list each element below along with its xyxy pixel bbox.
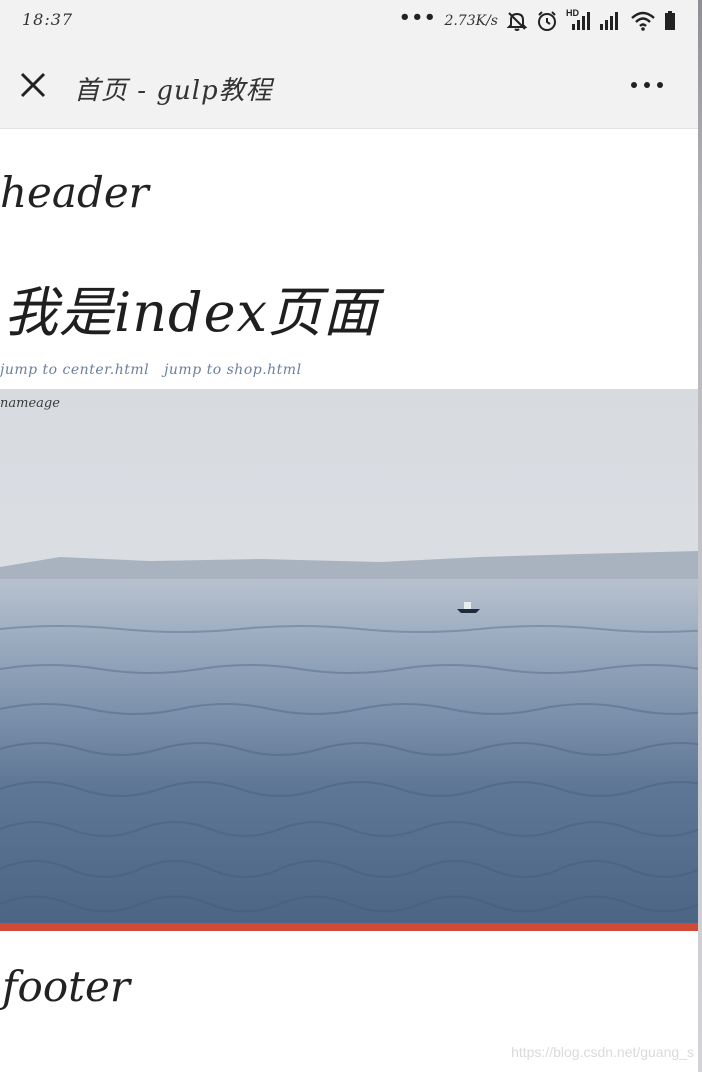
mute-icon <box>506 12 528 31</box>
page-heading: 我是index页面 <box>4 281 379 344</box>
status-dots-icon: ••• <box>398 7 437 28</box>
footer-text: footer <box>2 962 130 1011</box>
nav-links: jump to center.html jump to shop.html <box>0 362 312 378</box>
status-bar: 18:37 ••• 2.73K/s HD <box>0 0 700 42</box>
header-text: header <box>0 168 149 217</box>
signal-icon <box>600 12 618 30</box>
watermark: https://blog.csdn.net/guang_s <box>511 1044 694 1060</box>
alarm-icon <box>538 11 556 31</box>
link-center[interactable]: jump to center.html <box>0 362 149 378</box>
accent-bar <box>0 923 698 931</box>
sea-image <box>0 389 698 923</box>
wifi-icon <box>631 11 655 31</box>
hd-signal-icon: HD <box>566 8 590 32</box>
status-time: 18:37 <box>22 10 74 29</box>
battery-icon <box>665 11 675 30</box>
link-shop[interactable]: jump to shop.html <box>164 362 302 378</box>
net-speed: 2.73K/s <box>444 13 498 29</box>
edge-strip <box>698 0 702 1072</box>
close-icon[interactable] <box>18 70 48 100</box>
nav-bar: 首页 - gulp教程 <box>0 42 700 129</box>
image-label: nameage <box>0 396 60 411</box>
status-icons: ••• 2.73K/s HD <box>399 8 676 34</box>
page-title: 首页 - gulp教程 <box>74 76 273 106</box>
more-icon[interactable] <box>630 78 664 92</box>
